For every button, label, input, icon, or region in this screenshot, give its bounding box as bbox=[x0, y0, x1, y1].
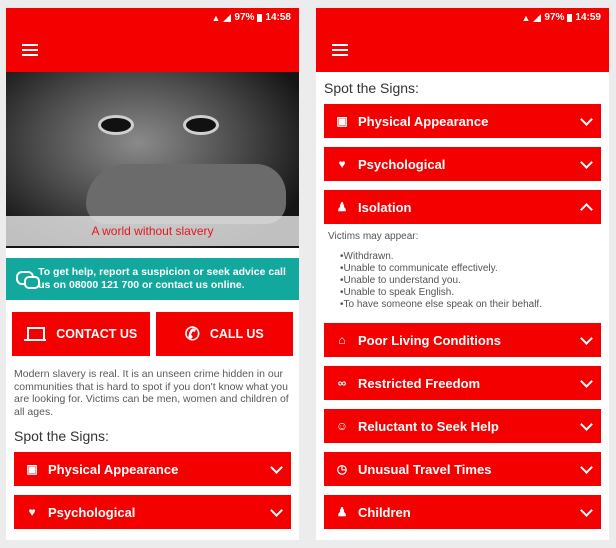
chevron-down-icon bbox=[580, 112, 593, 126]
signal-icon bbox=[223, 13, 232, 22]
clock-icon: ◷ bbox=[336, 462, 348, 476]
left-screen: ▲ 97% 14:58 A world without slavery To g… bbox=[6, 8, 299, 540]
chevron-down-icon bbox=[580, 331, 593, 345]
accordion-label: Reluctant to Seek Help bbox=[358, 418, 499, 434]
accordion-isolation[interactable]: ♟ Isolation bbox=[324, 190, 601, 224]
wifi-icon: ▲ bbox=[211, 12, 221, 23]
details-lead: Victims may appear: bbox=[328, 231, 419, 242]
chevron-down-icon bbox=[270, 503, 283, 517]
call-us-button[interactable]: ✆ CALL US bbox=[155, 312, 293, 356]
wifi-icon: ▲ bbox=[521, 12, 531, 23]
heart-icon: ♥ bbox=[28, 505, 36, 519]
status-bar: ▲ 97% 14:58 bbox=[211, 12, 291, 23]
signal-icon bbox=[533, 13, 542, 22]
list-item: To have someone else speak on their beha… bbox=[340, 299, 601, 311]
accordion-label: Physical Appearance bbox=[48, 461, 179, 477]
accordion-psychological[interactable]: ♥ Psychological bbox=[14, 495, 291, 529]
accordion-label: Children bbox=[358, 504, 411, 520]
accordion-physical-appearance[interactable]: ▣ Physical Appearance bbox=[14, 452, 291, 486]
right-screen: ▲ 97% 14:59 Spot the Signs: ▣ Physical A… bbox=[316, 8, 609, 540]
phone-icon: ✆ bbox=[184, 324, 200, 344]
section-title: Spot the Signs: bbox=[14, 428, 109, 444]
clock-time: 14:58 bbox=[265, 12, 291, 23]
person-icon: ♟ bbox=[336, 200, 348, 214]
laptop-icon bbox=[24, 327, 47, 341]
list-item: Unable to communicate effectively. bbox=[340, 263, 601, 275]
chevron-down-icon bbox=[580, 374, 593, 388]
hero-eye-right bbox=[186, 118, 216, 132]
cta-row: CONTACT US ✆ CALL US bbox=[12, 312, 293, 356]
accordion-label: Isolation bbox=[358, 199, 412, 215]
group-icon: ☺ bbox=[335, 419, 349, 433]
accordion-label: Poor Living Conditions bbox=[358, 332, 501, 348]
hero-hand bbox=[86, 164, 286, 224]
link-icon: ∞ bbox=[337, 376, 347, 390]
app-bar: ▲ 97% 14:59 bbox=[316, 8, 609, 72]
accordion-unusual-travel-times[interactable]: ◷ Unusual Travel Times bbox=[324, 452, 601, 486]
clock-time: 14:59 bbox=[575, 12, 601, 23]
accordion-physical-appearance[interactable]: ▣ Physical Appearance bbox=[324, 104, 601, 138]
chevron-down-icon bbox=[580, 460, 593, 474]
hero-image: A world without slavery bbox=[6, 72, 299, 248]
list-item: Unable to speak English. bbox=[340, 287, 601, 299]
contact-us-button[interactable]: CONTACT US bbox=[12, 312, 150, 356]
accordion-label: Physical Appearance bbox=[358, 113, 489, 129]
status-bar: ▲ 97% 14:59 bbox=[521, 12, 601, 23]
chat-icon bbox=[16, 271, 41, 289]
hero-tagline: A world without slavery bbox=[6, 216, 299, 246]
accordion-label: Psychological bbox=[48, 504, 136, 520]
accordion-restricted-freedom[interactable]: ∞ Restricted Freedom bbox=[324, 366, 601, 400]
accordion-reluctant-to-seek-help[interactable]: ☺ Reluctant to Seek Help bbox=[324, 409, 601, 443]
home-icon: ⌂ bbox=[338, 333, 346, 347]
accordion-psychological[interactable]: ♥ Psychological bbox=[324, 147, 601, 181]
contact-us-label: CONTACT US bbox=[56, 327, 138, 341]
list-item: Withdrawn. bbox=[340, 251, 601, 263]
child-icon: ♟ bbox=[336, 505, 348, 519]
chevron-down-icon bbox=[270, 460, 283, 474]
hero-eye-left bbox=[101, 118, 131, 132]
help-banner[interactable]: To get help, report a suspicion or seek … bbox=[6, 258, 299, 300]
camera-icon: ▣ bbox=[336, 114, 348, 128]
chevron-down-icon bbox=[580, 503, 593, 517]
chevron-down-icon bbox=[580, 417, 593, 431]
accordion-label: Psychological bbox=[358, 156, 446, 172]
battery-icon bbox=[567, 13, 573, 22]
battery-level: 97% bbox=[234, 12, 255, 23]
battery-level: 97% bbox=[544, 12, 565, 23]
details-list: Withdrawn. Unable to communicate effecti… bbox=[328, 251, 601, 311]
intro-text: Modern slavery is real. It is an unseen … bbox=[14, 368, 289, 418]
heart-icon: ♥ bbox=[338, 157, 346, 171]
battery-icon bbox=[257, 13, 263, 22]
isolation-details: Victims may appear: Withdrawn. Unable to… bbox=[328, 231, 601, 311]
section-title: Spot the Signs: bbox=[324, 80, 419, 96]
hamburger-menu-icon[interactable] bbox=[22, 44, 38, 56]
list-item: Unable to understand you. bbox=[340, 275, 601, 287]
accordion-label: Unusual Travel Times bbox=[358, 461, 492, 477]
chevron-up-icon bbox=[580, 202, 593, 216]
accordion-label: Restricted Freedom bbox=[358, 375, 481, 391]
chevron-down-icon bbox=[580, 155, 593, 169]
call-us-label: CALL US bbox=[209, 327, 264, 341]
camera-icon: ▣ bbox=[26, 462, 38, 476]
left-sign-list: ▣ Physical Appearance ♥ Psychological bbox=[6, 452, 299, 529]
accordion-poor-living-conditions[interactable]: ⌂ Poor Living Conditions bbox=[324, 323, 601, 357]
hamburger-menu-icon[interactable] bbox=[332, 44, 348, 56]
help-banner-text: To get help, report a suspicion or seek … bbox=[38, 266, 286, 291]
accordion-children[interactable]: ♟ Children bbox=[324, 495, 601, 529]
app-bar: ▲ 97% 14:58 bbox=[6, 8, 299, 72]
